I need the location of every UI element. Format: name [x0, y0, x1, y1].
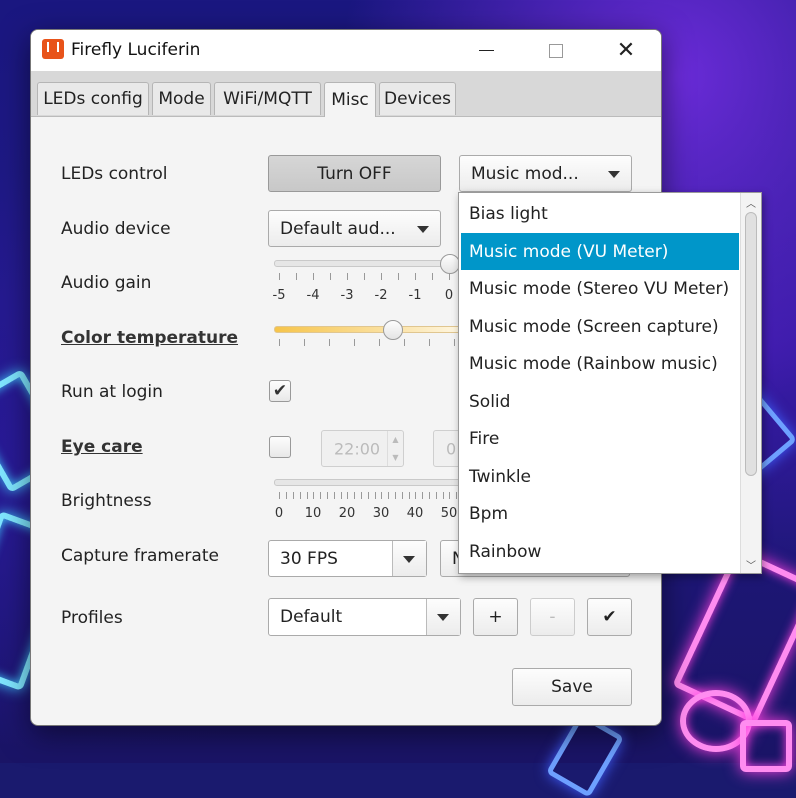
dropdown-option[interactable]: Bias light [461, 195, 739, 232]
dropdown-option[interactable]: Fire [461, 420, 739, 457]
dropdown-option[interactable]: Solid [461, 383, 739, 420]
chevron-down-icon [437, 614, 449, 621]
audio-device-select[interactable]: Default aud... [268, 210, 441, 247]
capture-framerate-select[interactable]: 30 FPS [268, 540, 427, 577]
run-at-login-checkbox[interactable]: ✔ [269, 380, 291, 402]
capture-framerate-value: 30 FPS [280, 548, 338, 569]
tab-misc[interactable]: Misc [324, 82, 376, 117]
scroll-down-icon[interactable]: ﹀ [741, 555, 761, 573]
chevron-up-icon[interactable]: ▲ [388, 431, 403, 449]
tab-devices[interactable]: Devices [379, 82, 456, 115]
eye-care-checkbox[interactable] [269, 436, 291, 458]
dropdown-option[interactable]: Rainbow [461, 533, 739, 570]
spinner-buttons: ▲ ▼ [387, 431, 403, 466]
tab-label: WiFi/MQTT [223, 89, 312, 109]
check-icon: ✔ [272, 381, 288, 401]
add-profile-button[interactable]: + [473, 598, 518, 636]
capture-framerate-arrow-button[interactable] [392, 541, 426, 576]
dropdown-option[interactable]: Music mode (Rainbow music) [461, 345, 739, 382]
eye-care-link[interactable]: Eye care [61, 437, 143, 457]
audio-device-value: Default aud... [280, 218, 396, 239]
capture-framerate-label: Capture framerate [61, 546, 219, 566]
turn-off-label: Turn OFF [317, 163, 392, 184]
tick-label: -3 [340, 288, 354, 303]
profiles-select[interactable]: Default [268, 598, 461, 636]
tab-mode[interactable]: Mode [152, 82, 211, 115]
color-temperature-ticks [279, 339, 479, 347]
chevron-down-icon[interactable]: ▼ [388, 449, 403, 467]
dropdown-option[interactable]: Music mode (Screen capture) [461, 308, 739, 345]
eye-care-from-time: 22:00 [334, 439, 381, 458]
luciferin-app-icon [42, 39, 64, 59]
dropdown-option[interactable]: Twinkle [461, 458, 739, 495]
scrollbar-thumb[interactable] [745, 212, 757, 476]
remove-profile-button[interactable]: - [530, 598, 575, 636]
save-button[interactable]: Save [512, 668, 632, 706]
effect-select[interactable]: Music mod... [459, 155, 632, 192]
chevron-down-icon [417, 226, 429, 233]
title-bar: Firefly Luciferin ✕ [31, 30, 661, 71]
plus-icon: + [488, 607, 503, 627]
tick-label: 50 [440, 506, 458, 521]
tick-label: 20 [338, 506, 356, 521]
tick-label: 0 [274, 506, 284, 521]
tick-label: -5 [272, 288, 286, 303]
tick-label: 10 [304, 506, 322, 521]
chevron-down-icon [608, 171, 620, 178]
apply-profile-button[interactable]: ✔ [587, 598, 632, 636]
profiles-arrow-button[interactable] [426, 599, 460, 635]
minimize-icon [478, 50, 494, 51]
tick-label: -4 [306, 288, 320, 303]
eye-care-from-time-spinner[interactable]: 22:00 ▲ ▼ [321, 430, 404, 467]
leds-control-label: LEDs control [61, 164, 168, 184]
save-label: Save [551, 677, 593, 697]
run-at-login-label: Run at login [61, 382, 163, 402]
check-icon: ✔ [602, 607, 617, 627]
audio-gain-label: Audio gain [61, 273, 152, 293]
turn-off-button[interactable]: Turn OFF [268, 155, 441, 192]
eye-care-to-time: 0 [446, 439, 457, 458]
effect-select-value: Music mod... [471, 163, 579, 184]
tab-label: Misc [331, 90, 369, 110]
dropdown-option-selected[interactable]: Music mode (VU Meter) [461, 233, 739, 270]
color-temperature-slider-track[interactable] [274, 326, 476, 333]
tab-label: Devices [384, 89, 451, 109]
tab-label: LEDs config [43, 89, 143, 109]
minus-icon: - [549, 607, 556, 627]
audio-device-label: Audio device [61, 219, 171, 239]
minimize-button[interactable] [463, 30, 509, 71]
tab-label: Mode [158, 89, 205, 109]
tab-leds-config[interactable]: LEDs config [37, 82, 149, 115]
dropdown-scrollbar[interactable]: ︿ ﹀ [740, 193, 761, 573]
brightness-slider-track[interactable] [274, 479, 476, 486]
audio-gain-slider-thumb[interactable] [440, 254, 460, 274]
tick-label: -2 [374, 288, 388, 303]
tick-label: 0 [444, 288, 454, 303]
close-icon: ✕ [616, 38, 636, 63]
tick-label: 40 [406, 506, 424, 521]
profiles-label: Profiles [61, 608, 123, 628]
maximize-icon [549, 43, 563, 58]
profiles-value: Default [280, 607, 343, 627]
chevron-down-icon [403, 556, 415, 563]
effect-dropdown-list: Bias light Music mode (VU Meter) Music m… [458, 192, 762, 574]
close-button[interactable]: ✕ [603, 30, 649, 71]
maximize-button[interactable] [533, 30, 579, 71]
color-temperature-link[interactable]: Color temperature [61, 328, 238, 348]
color-temperature-slider-thumb[interactable] [383, 320, 403, 340]
brightness-ticks [279, 492, 479, 500]
window-title: Firefly Luciferin [71, 40, 201, 60]
wallpaper-neon-shape [740, 720, 792, 772]
dropdown-option[interactable]: Music mode (Stereo VU Meter) [461, 270, 739, 307]
dropdown-option[interactable]: Bpm [461, 495, 739, 532]
tab-wifi-mqtt[interactable]: WiFi/MQTT [214, 82, 321, 115]
tick-label: 30 [372, 506, 390, 521]
scroll-up-icon[interactable]: ︿ [741, 193, 761, 211]
tick-label: -1 [408, 288, 422, 303]
audio-gain-ticks [279, 273, 479, 281]
brightness-label: Brightness [61, 491, 152, 511]
tab-bar: LEDs config Mode WiFi/MQTT Misc Devices [31, 71, 661, 117]
